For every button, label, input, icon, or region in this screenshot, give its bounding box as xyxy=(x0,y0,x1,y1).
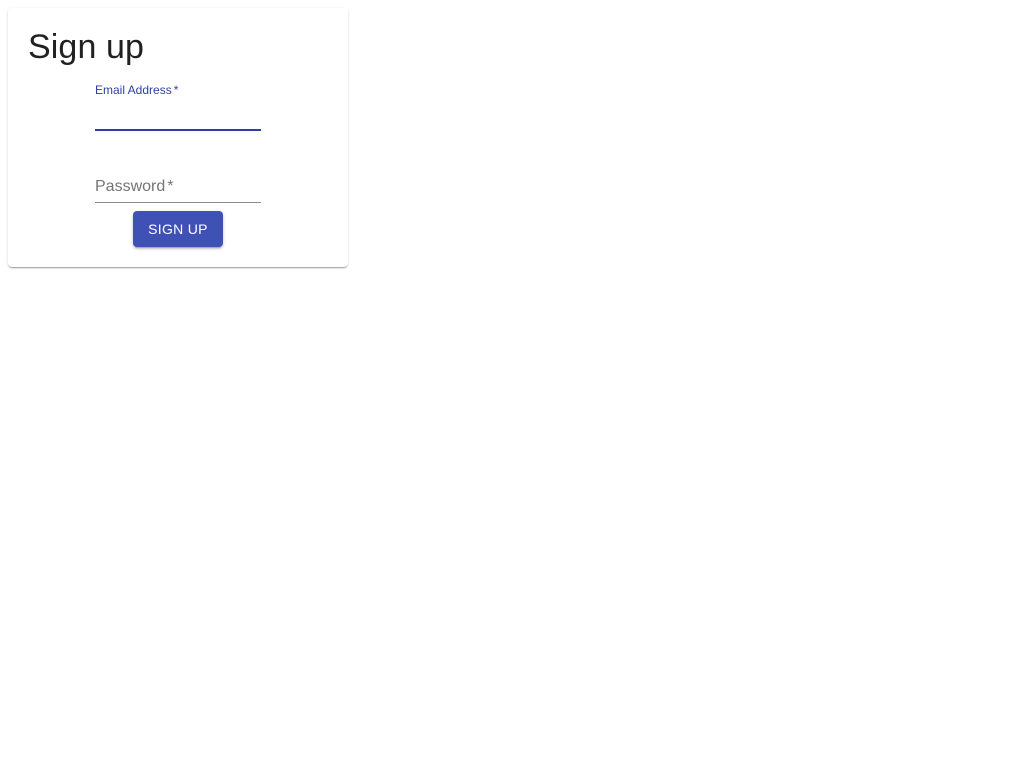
email-label: Email Address * xyxy=(95,82,178,98)
password-input[interactable] xyxy=(95,176,261,200)
page-title: Sign up xyxy=(28,28,145,66)
password-field[interactable]: Password * xyxy=(95,174,261,203)
email-required-asterisk: * xyxy=(173,83,179,97)
email-field[interactable]: Email Address * xyxy=(95,82,261,131)
email-input[interactable] xyxy=(95,102,261,126)
password-underline xyxy=(95,202,261,203)
sign-up-button[interactable]: SIGN UP xyxy=(133,211,223,247)
email-underline xyxy=(95,129,261,131)
email-label-text: Email Address xyxy=(95,83,172,97)
signup-card: Sign up Email Address * Password * SIGN UP xyxy=(8,8,348,267)
